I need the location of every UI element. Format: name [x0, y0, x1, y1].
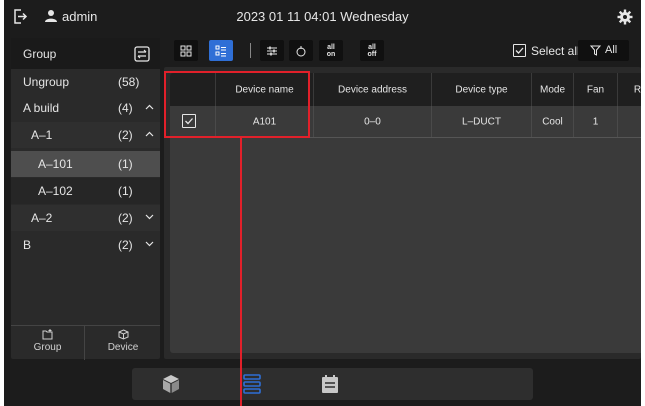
cell-device-address: 0–0: [313, 106, 431, 137]
timer-icon: [296, 45, 306, 56]
group-button-label: Group: [33, 342, 62, 353]
grid-view-button[interactable]: [174, 40, 198, 61]
sliders-icon: [267, 46, 277, 55]
highlight-annotation-box: [164, 71, 310, 138]
header-fan[interactable]: Fan: [573, 73, 617, 106]
sidebar-title: Group: [23, 47, 57, 61]
app-screen: admin 2023 01 11 04:01 Wednesday Group U…: [4, 0, 641, 406]
sidebar-item-ungroup[interactable]: Ungroup (58): [11, 69, 160, 95]
cell-fan: 1: [573, 106, 617, 137]
list-nav-icon[interactable]: [241, 373, 263, 395]
add-device-button[interactable]: Device: [86, 326, 160, 360]
chevron-down-icon[interactable]: [145, 241, 154, 247]
list-view-button[interactable]: [209, 40, 233, 61]
toolbar-divider: [250, 43, 251, 58]
select-all-label: Select all: [531, 44, 580, 58]
device-icon: [118, 329, 128, 340]
add-group-button[interactable]: Group: [11, 326, 85, 360]
top-bar: admin 2023 01 11 04:01 Wednesday: [4, 0, 641, 34]
chevron-up-icon[interactable]: [145, 104, 154, 110]
device-cube-icon[interactable]: [160, 373, 182, 395]
group-sidebar: Group Ungroup (58) A build (4) A–1 (2) A…: [11, 38, 160, 360]
bottom-nav: [132, 368, 533, 400]
filter-button[interactable]: All: [578, 40, 629, 61]
checkmark-icon: [515, 47, 524, 54]
calendar-schedule-icon[interactable]: [319, 373, 341, 395]
header-device-type[interactable]: Device type: [431, 73, 531, 106]
collapse-sidebar-icon[interactable]: [134, 46, 150, 62]
sidebar-footer: Group Device: [11, 325, 160, 360]
chevron-up-icon[interactable]: [145, 131, 154, 137]
chevron-down-icon[interactable]: [145, 214, 154, 220]
datetime-display: 2023 01 11 04:01 Wednesday: [236, 9, 409, 24]
select-all-checkbox[interactable]: [513, 44, 526, 57]
grid-view-icon: [180, 45, 192, 56]
all-off-button[interactable]: all off: [360, 40, 384, 61]
header-device-address[interactable]: Device address: [313, 73, 431, 106]
cell-mode: Cool: [531, 106, 573, 137]
sidebar-item-b[interactable]: B (2): [11, 232, 160, 258]
sidebar-item-a-2[interactable]: A–2 (2): [11, 205, 160, 231]
list-view-icon: [215, 45, 226, 56]
filter-icon: [590, 45, 601, 56]
header-mode[interactable]: Mode: [531, 73, 573, 106]
device-button-label: Device: [107, 342, 139, 353]
cell-truncated: [617, 106, 641, 137]
sidebar-item-a-102[interactable]: A–102 (1): [11, 178, 160, 204]
header-truncated-column[interactable]: R: [617, 73, 641, 106]
adjust-settings-button[interactable]: [260, 40, 284, 61]
sidebar-item-a-build[interactable]: A build (4): [11, 95, 160, 121]
folder-add-icon: [42, 329, 53, 340]
settings-gear-icon[interactable]: [617, 9, 633, 25]
highlight-annotation-line: [240, 138, 242, 406]
filter-label: All: [605, 44, 618, 56]
sidebar-item-a-101[interactable]: A–101 (1): [11, 151, 160, 177]
timer-button[interactable]: [289, 40, 313, 61]
cell-device-type: L–DUCT: [431, 106, 531, 137]
toolbar: all on all off Select all All: [164, 38, 641, 68]
sidebar-header: Group: [11, 38, 160, 69]
sidebar-item-a-1[interactable]: A–1 (2): [11, 122, 160, 148]
all-on-button[interactable]: all on: [319, 40, 343, 61]
